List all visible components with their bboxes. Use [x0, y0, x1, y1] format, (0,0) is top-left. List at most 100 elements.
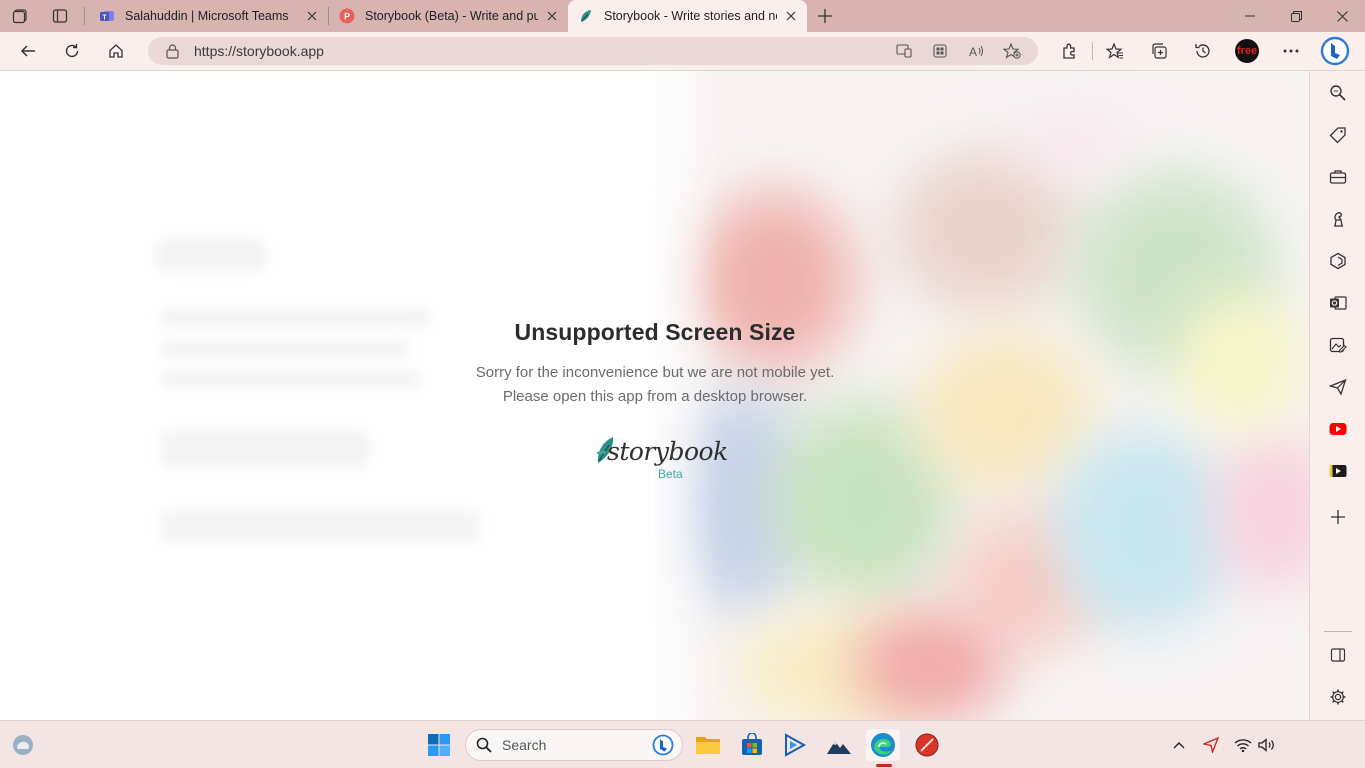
- volume-tray-button[interactable]: [1254, 733, 1280, 757]
- speaker-icon: [1258, 738, 1274, 752]
- pencil-circle-icon: P: [339, 8, 355, 24]
- close-icon: [1336, 10, 1348, 22]
- read-aloud-icon: A: [969, 45, 983, 58]
- sidebar-settings-button[interactable]: [1324, 683, 1352, 711]
- blurred-text: [160, 341, 410, 357]
- edge-taskbar-button[interactable]: [866, 729, 900, 761]
- hide-sidebar-button[interactable]: [1324, 641, 1352, 669]
- paper-plane-icon: [1329, 378, 1347, 396]
- show-hidden-icons-button[interactable]: [1166, 733, 1192, 757]
- outlook-icon: [1330, 296, 1347, 310]
- blurred-button: [160, 431, 370, 467]
- image-edit-icon: [1329, 337, 1347, 353]
- tag-icon: [1329, 127, 1346, 144]
- close-icon[interactable]: [783, 8, 799, 24]
- gear-icon: [1330, 689, 1346, 705]
- media-player-button[interactable]: [778, 729, 812, 761]
- minimize-button[interactable]: [1227, 0, 1273, 32]
- file-explorer-button[interactable]: [691, 729, 725, 761]
- location-tray-button[interactable]: [1198, 733, 1224, 757]
- copilot-button[interactable]: [1313, 35, 1357, 67]
- blurred-heading: [156, 239, 266, 271]
- sidebar-tools-button[interactable]: [1324, 163, 1352, 191]
- windows-icon: [428, 734, 450, 756]
- address-bar[interactable]: https://storybook.app A: [148, 37, 1038, 65]
- back-button[interactable]: [10, 35, 46, 67]
- collections-button[interactable]: [1137, 35, 1181, 67]
- blurred-text: [160, 371, 420, 387]
- microsoft-store-button[interactable]: [735, 729, 769, 761]
- plus-icon: [1331, 510, 1345, 524]
- vertical-tabs-icon: [52, 9, 68, 23]
- home-button[interactable]: [98, 35, 134, 67]
- minimize-icon: [1245, 15, 1255, 17]
- app-available-button[interactable]: [886, 37, 922, 65]
- new-tab-button[interactable]: [807, 0, 843, 32]
- sidebar-media-button[interactable]: [1324, 457, 1352, 485]
- sidebar-drop-button[interactable]: [1324, 331, 1352, 359]
- read-aloud-button[interactable]: A: [958, 37, 994, 65]
- office-icon: [1330, 252, 1346, 270]
- red-circle-app-icon: [915, 733, 939, 757]
- workspaces-icon: [12, 9, 27, 24]
- plus-icon: [818, 9, 832, 23]
- favorites-button[interactable]: [1093, 35, 1137, 67]
- toolbox-icon: [1329, 170, 1347, 184]
- sidebar-toggle-icon: [1330, 648, 1346, 662]
- tab-title: Salahuddin | Microsoft Teams: [125, 9, 289, 23]
- add-favorite-button[interactable]: [994, 37, 1030, 65]
- chess-piece-icon: [1334, 212, 1343, 227]
- extensions-button[interactable]: [1048, 35, 1092, 67]
- restore-icon: [1290, 10, 1302, 22]
- red-app-button[interactable]: [910, 729, 944, 761]
- sidebar-separator: [1324, 631, 1352, 632]
- wifi-tray-button[interactable]: [1230, 733, 1256, 757]
- tab-teams[interactable]: T Salahuddin | Microsoft Teams: [89, 0, 328, 32]
- tab-actions-button[interactable]: [40, 0, 80, 32]
- search-icon: [1330, 85, 1346, 101]
- sidebar-search-button[interactable]: [1324, 79, 1352, 107]
- favorites-icon: [1106, 42, 1123, 59]
- wifi-icon: [1234, 739, 1252, 752]
- lock-icon[interactable]: [166, 43, 182, 59]
- sidebar-outlook-button[interactable]: [1324, 289, 1352, 317]
- folder-icon: [696, 737, 720, 754]
- close-icon[interactable]: [544, 8, 560, 24]
- sidebar-games-button[interactable]: [1324, 205, 1352, 233]
- history-button[interactable]: [1181, 35, 1225, 67]
- settings-more-button[interactable]: [1269, 35, 1313, 67]
- apps-button[interactable]: [922, 37, 958, 65]
- taskbar-search[interactable]: Search: [465, 729, 683, 761]
- close-icon[interactable]: [304, 8, 320, 24]
- grid-icon: [933, 44, 947, 58]
- svg-text:A: A: [969, 45, 977, 58]
- tab-strip: T Salahuddin | Microsoft Teams P Storybo…: [0, 0, 1365, 32]
- collections-icon: [1152, 43, 1167, 59]
- tab-storybook-beta[interactable]: P Storybook (Beta) - Write and publish: [329, 0, 568, 32]
- sidebar-send-button[interactable]: [1324, 373, 1352, 401]
- tab-separator: [84, 7, 85, 25]
- app-install-icon: [896, 44, 912, 58]
- weather-widget[interactable]: [6, 729, 40, 761]
- mountain-icon: [827, 741, 851, 754]
- profile-avatar: free: [1235, 39, 1259, 63]
- sidebar-youtube-button[interactable]: [1324, 415, 1352, 443]
- close-window-button[interactable]: [1319, 0, 1365, 32]
- photos-button[interactable]: [822, 729, 856, 761]
- url-text[interactable]: https://storybook.app: [194, 43, 886, 59]
- page-title: Unsupported Screen Size: [514, 319, 796, 345]
- sidebar-add-button[interactable]: [1324, 503, 1352, 531]
- bing-icon: [652, 734, 674, 756]
- start-button[interactable]: [422, 729, 456, 761]
- tab-storybook-active[interactable]: Storybook - Write stories and novels: [568, 0, 807, 32]
- profile-button[interactable]: free: [1225, 35, 1269, 67]
- home-icon: [109, 44, 123, 58]
- restore-button[interactable]: [1273, 0, 1319, 32]
- beta-badge: Beta: [658, 467, 683, 481]
- logo-wordmark: storybook: [607, 437, 728, 466]
- workspaces-button[interactable]: [0, 0, 40, 32]
- sidebar-office-button[interactable]: [1324, 247, 1352, 275]
- sidebar-shopping-button[interactable]: [1324, 121, 1352, 149]
- refresh-button[interactable]: [54, 35, 90, 67]
- windows-taskbar: Search: [0, 720, 1365, 768]
